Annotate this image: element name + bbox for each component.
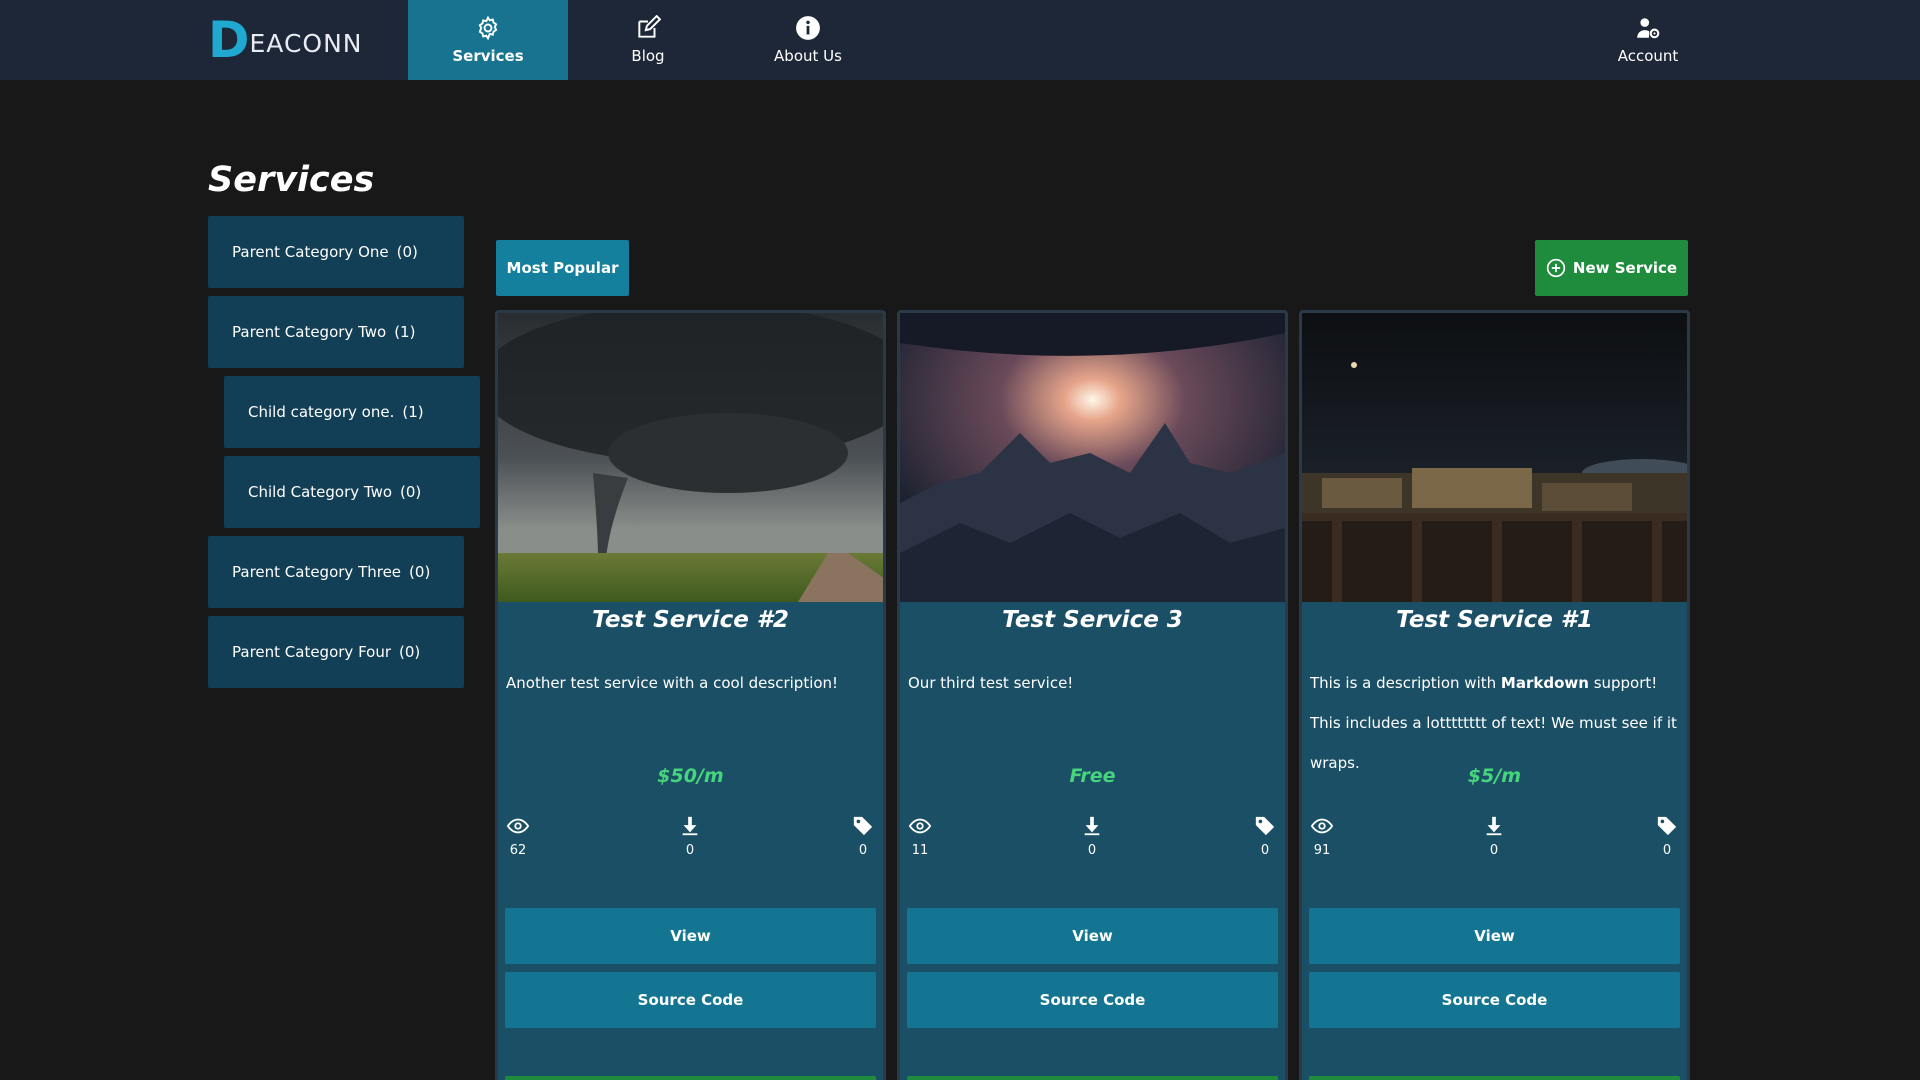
service-image-planet[interactable] [900,313,1285,602]
downloads-count: 0 [685,843,695,858]
service-title: Test Service #1 [1396,607,1593,633]
service-price: Free [1069,765,1116,787]
downloads-stat: 0 [670,815,710,858]
downloads-stat: 0 [1474,815,1514,858]
sidebar-item-count: (0) [409,563,431,581]
card-action-button-partial[interactable] [505,1076,876,1080]
sidebar-item-count: (0) [399,643,421,661]
most-popular-button[interactable]: Most Popular [496,240,629,296]
service-card: Test Service #2 Another test service wit… [495,310,886,1080]
views-count: 62 [509,843,527,858]
sidebar-item-count: (0) [396,243,418,261]
service-image-night-buildings[interactable] [1302,313,1687,602]
logo-text: EACONN [249,28,363,58]
user-gear-icon [1637,18,1660,39]
plus-circle-icon [1546,258,1566,278]
nav-about[interactable]: About Us [728,0,888,80]
source-code-button[interactable]: Source Code [1309,972,1680,1028]
nav-services[interactable]: Services [408,0,568,80]
sidebar-item-parent-three[interactable]: Parent Category Three (0) [208,536,464,608]
nav-account-label: Account [1617,47,1679,65]
sidebar-item-label: Parent Category Three [232,563,402,581]
tags-count: 0 [1662,843,1672,858]
views-count: 91 [1313,843,1331,858]
sidebar-item-parent-one[interactable]: Parent Category One (0) [208,216,464,288]
nav-blog-label: Blog [631,47,665,65]
edit-icon [638,15,661,38]
service-price: $50/m [657,765,724,787]
sidebar-item-label: Parent Category Four [232,643,392,661]
service-price: $5/m [1467,765,1522,787]
page-title: Services [208,160,375,200]
sidebar-item-child-one[interactable]: Child category one. (1) [224,376,480,448]
service-description: Another test service with a cool descrip… [506,674,839,692]
sidebar-item-label: Child Category Two [248,483,393,501]
top-navbar: D EACONN Services Blog About Us Account [0,0,1920,80]
eye-icon [1311,818,1333,834]
nav-account[interactable]: Account [1568,0,1728,80]
card-action-button-partial[interactable] [1309,1076,1680,1080]
eye-icon [909,818,931,834]
tags-stat: 0 [1647,815,1687,858]
new-service-button[interactable]: New Service [1535,240,1688,296]
views-count: 11 [911,843,929,858]
card-action-button-partial[interactable] [907,1076,1278,1080]
info-icon [796,16,820,40]
sidebar-item-parent-four[interactable]: Parent Category Four (0) [208,616,464,688]
sidebar-item-label: Parent Category Two [232,323,387,341]
tags-stat: 0 [843,815,883,858]
views-stat: 62 [498,815,538,858]
tag-icon [853,816,873,836]
nav-services-label: Services [452,47,524,65]
gear-icon [478,15,498,41]
sidebar-item-label: Parent Category One [232,243,389,261]
tags-count: 0 [858,843,868,858]
description-text: This is a description with [1310,674,1501,692]
download-icon [682,816,698,836]
logo-letter: D [208,11,249,69]
tags-count: 0 [1260,843,1270,858]
sidebar-item-count: (0) [400,483,422,501]
tags-stat: 0 [1245,815,1285,858]
brand-logo[interactable]: D EACONN [208,14,394,66]
description-bold: Markdown [1500,674,1589,692]
sidebar-item-count: (1) [394,323,416,341]
sidebar-item-parent-two[interactable]: Parent Category Two (1) [208,296,464,368]
views-stat: 91 [1302,815,1342,858]
service-title: Test Service 3 [1002,607,1183,633]
views-stat: 11 [900,815,940,858]
download-icon [1486,816,1502,836]
downloads-stat: 0 [1072,815,1112,858]
source-code-button[interactable]: Source Code [907,972,1278,1028]
service-card: Test Service #1 This is a description wi… [1299,310,1690,1080]
nav-blog[interactable]: Blog [568,0,728,80]
sidebar-item-child-two[interactable]: Child Category Two (0) [224,456,480,528]
downloads-count: 0 [1087,843,1097,858]
service-description: Our third test service! [908,674,1074,692]
service-card: Test Service 3 Our third test service! F… [897,310,1288,1080]
view-button[interactable]: View [1309,908,1680,964]
eye-icon [507,818,529,834]
source-code-button[interactable]: Source Code [505,972,876,1028]
service-title: Test Service #2 [592,607,789,633]
sidebar-item-label: Child category one. [248,403,395,421]
downloads-count: 0 [1489,843,1499,858]
tag-icon [1255,816,1275,836]
new-service-label: New Service [1572,259,1678,277]
view-button[interactable]: View [505,908,876,964]
view-button[interactable]: View [907,908,1278,964]
nav-about-label: About Us [774,47,842,65]
tag-icon [1657,816,1677,836]
download-icon [1084,816,1100,836]
sidebar-item-count: (1) [402,403,424,421]
service-image-tornado[interactable] [498,313,883,602]
